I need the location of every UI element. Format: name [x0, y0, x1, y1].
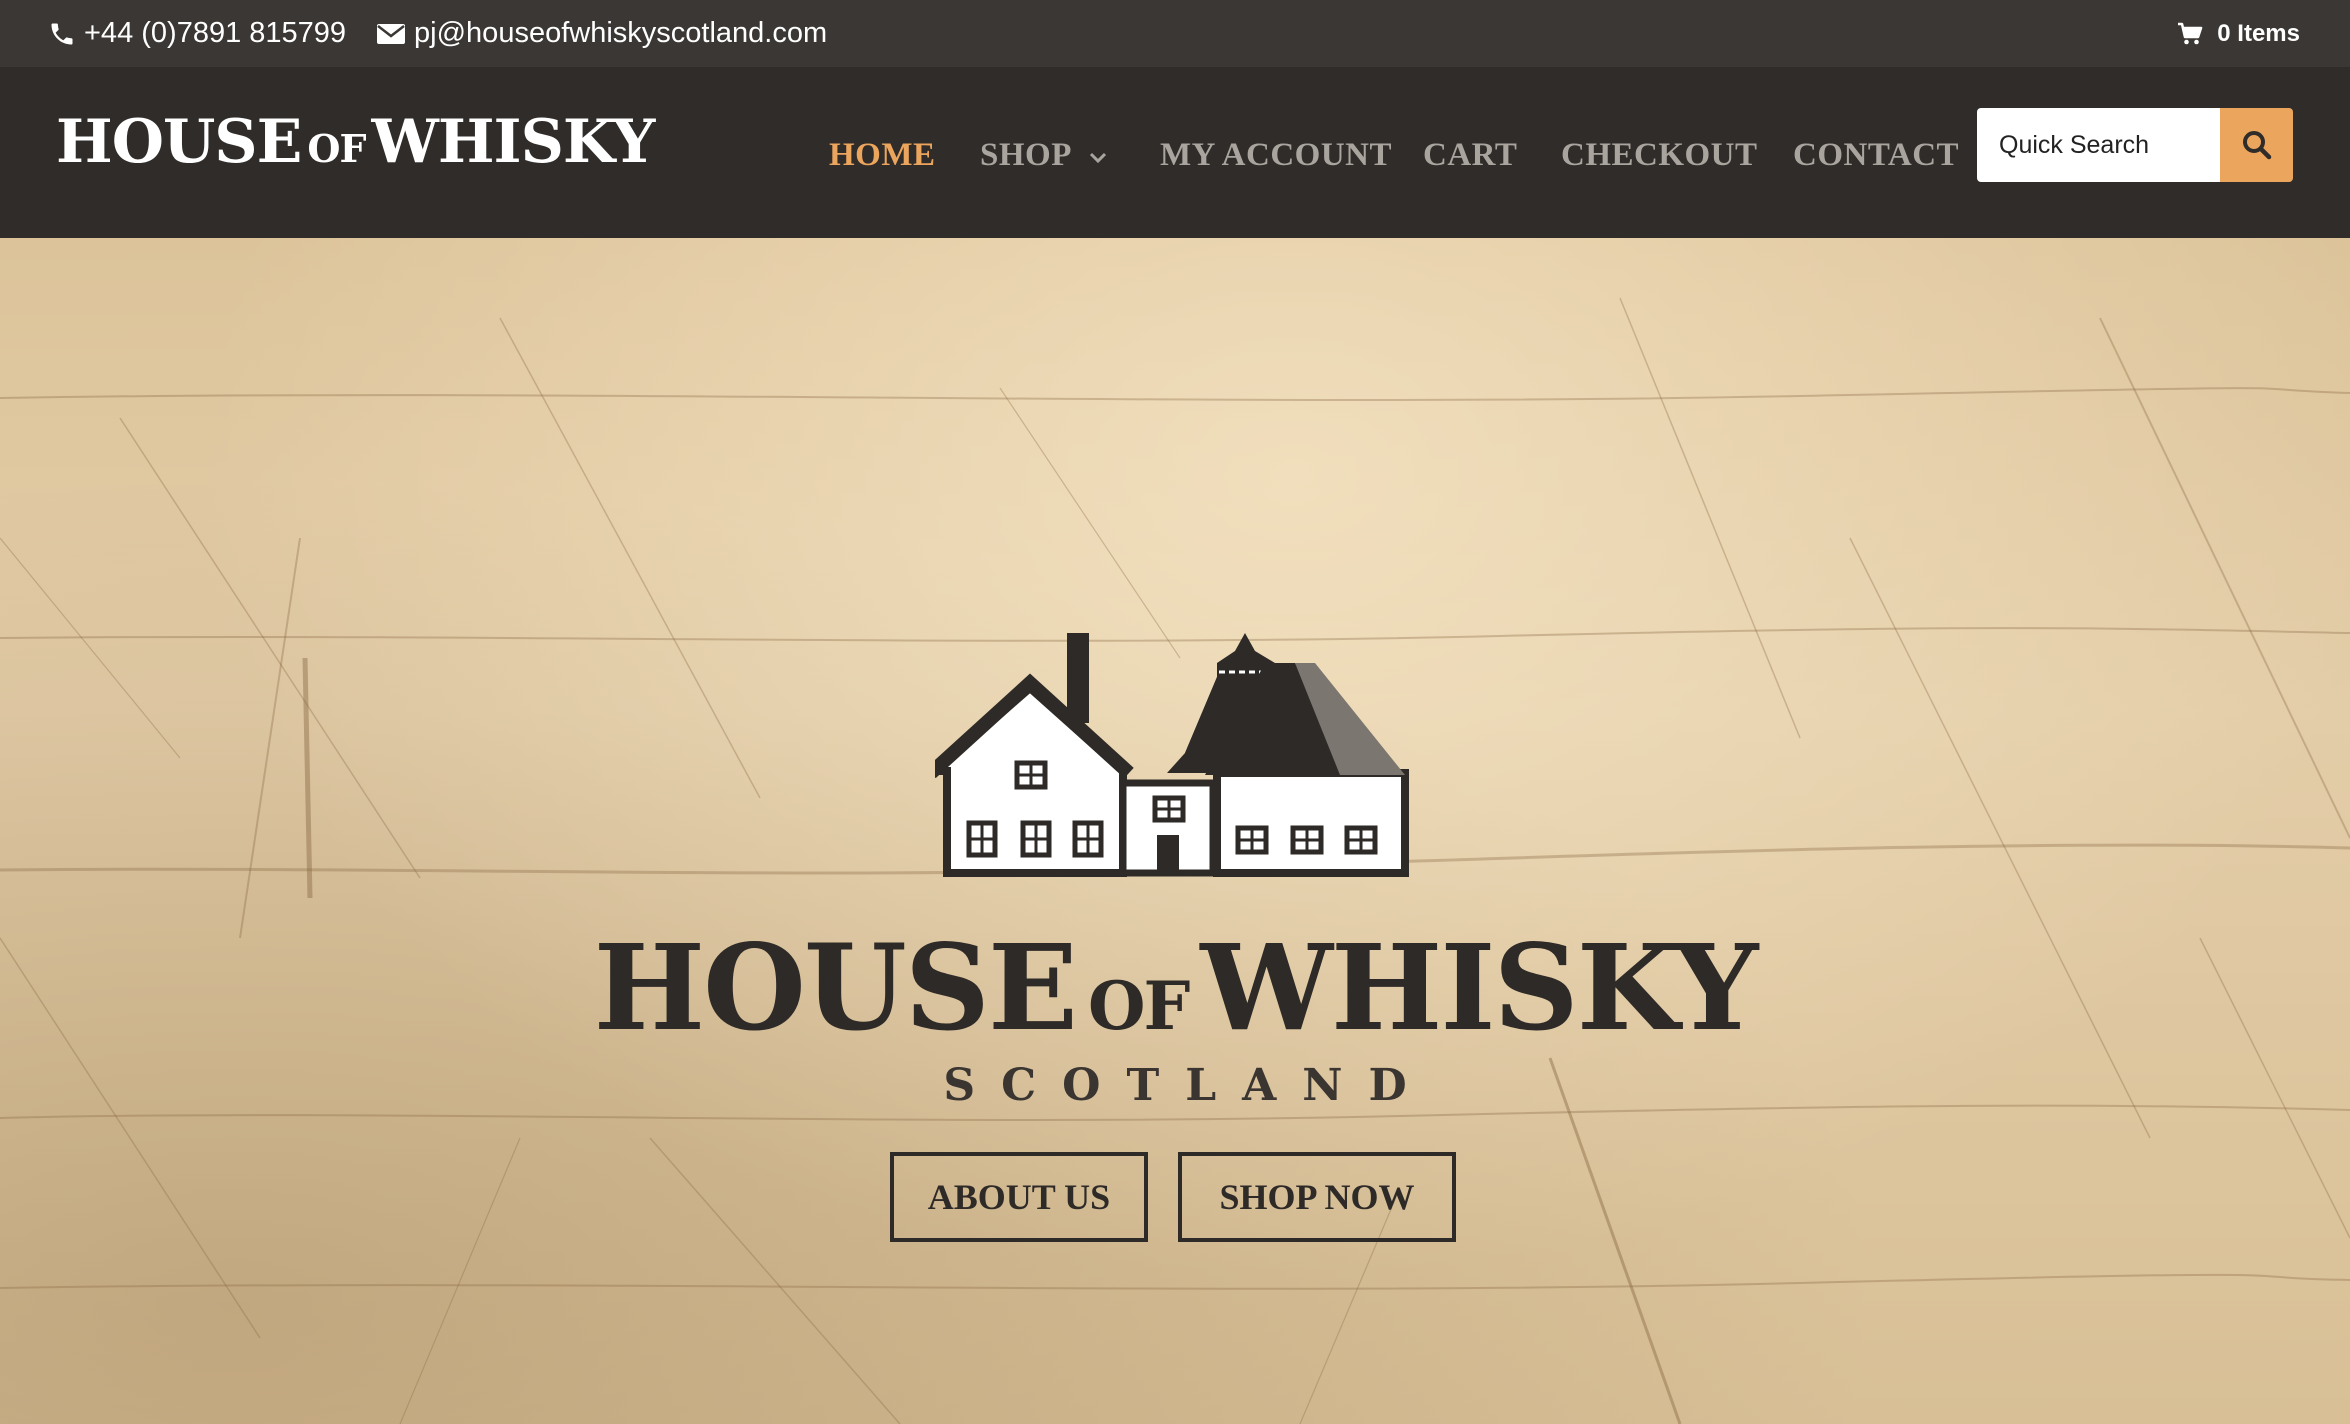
hero-banner: HOUSE OF WHISKY SCOTLAND ABOUT US SHOP NOW — [0, 238, 2350, 1424]
cart-count-label: 0 Items — [2217, 19, 2300, 47]
site-header: HOUSE OF WHISKY HOME SHOP MY ACCOUNT CART … — [0, 67, 2350, 238]
phone-number: +44 (0)7891 815799 — [84, 17, 347, 49]
nav-my-account-label: MY ACCOUNT — [1160, 136, 1393, 173]
nav-home-label: HOME — [829, 136, 936, 173]
quick-search — [1977, 108, 2293, 182]
shop-now-button[interactable]: SHOP NOW — [1178, 1152, 1456, 1242]
nav-home[interactable]: HOME — [829, 125, 936, 185]
site-logo[interactable]: HOUSE OF WHISKY — [56, 107, 655, 177]
contact-info: +44 (0)7891 815799 pj@houseofwhiskyscotl… — [48, 17, 827, 50]
nav-shop-label: SHOP — [980, 136, 1072, 173]
phone-icon — [51, 23, 73, 44]
envelope-icon — [377, 23, 406, 44]
nav-checkout[interactable]: CHECKOUT — [1561, 125, 1758, 185]
nav-shop[interactable]: SHOP — [980, 125, 1108, 185]
logo-word-house: HOUSE — [56, 107, 302, 177]
phone-link[interactable]: +44 (0)7891 815799 — [48, 17, 346, 50]
cart-icon — [2178, 22, 2203, 44]
nav-my-account[interactable]: MY ACCOUNT — [1160, 125, 1392, 185]
hero-title-of: OF — [1087, 967, 1190, 1045]
search-icon — [2242, 131, 2271, 160]
hero-title-house: HOUSE — [593, 918, 1078, 1057]
nav-checkout-label: CHECKOUT — [1561, 136, 1758, 173]
nav-contact-label: CONTACT — [1793, 136, 1960, 173]
logo-word-whisky: WHISKY — [371, 107, 655, 177]
logo-word-of: OF — [307, 126, 366, 171]
nav-cart[interactable]: CART — [1423, 125, 1517, 185]
distillery-emblem-icon — [935, 633, 1409, 877]
chevron-down-icon — [1088, 137, 1108, 174]
nav-cart-label: CART — [1423, 136, 1518, 173]
hero-title-whisky: WHISKY — [1200, 918, 1758, 1057]
email-address: pj@houseofwhiskyscotland.com — [414, 17, 828, 49]
mini-cart[interactable]: 0 Items — [2177, 20, 2300, 48]
hero-title: HOUSE OF WHISKY — [0, 918, 2350, 1057]
top-bar: +44 (0)7891 815799 pj@houseofwhiskyscotl… — [0, 0, 2350, 67]
search-button[interactable] — [2220, 108, 2293, 182]
hero-subtitle: SCOTLAND — [943, 1060, 1433, 1111]
about-us-button[interactable]: ABOUT US — [890, 1152, 1148, 1242]
search-input[interactable] — [1977, 108, 2220, 182]
nav-contact[interactable]: CONTACT — [1793, 125, 1959, 185]
email-link[interactable]: pj@houseofwhiskyscotland.com — [376, 17, 827, 50]
